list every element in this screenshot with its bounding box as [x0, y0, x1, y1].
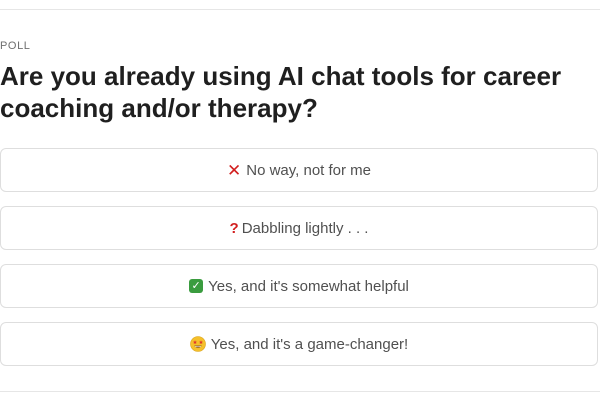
check-mark-icon: ✓: [189, 279, 204, 293]
poll-option-somewhat-helpful[interactable]: ✓ Yes, and it's somewhat helpful: [0, 264, 598, 308]
question-mark-icon: ?: [229, 219, 239, 237]
poll-question: Are you already using AI chat tools for …: [0, 61, 562, 123]
poll-option-label: No way, not for me: [246, 161, 372, 179]
poll-option-dabbling[interactable]: ? Dabbling lightly . . .: [0, 206, 598, 250]
poll-option-game-changer[interactable]: Yes, and it's a game-changer!: [0, 322, 598, 366]
bottom-divider: [0, 391, 600, 392]
star-struck-face-icon: [189, 336, 206, 352]
poll-options: ✕ No way, not for me ? Dabbling lightly …: [0, 148, 598, 380]
poll-option-no-way[interactable]: ✕ No way, not for me: [0, 148, 598, 192]
poll-option-label: Yes, and it's a game-changer!: [210, 335, 409, 353]
top-divider: [0, 9, 600, 10]
star-struck-face-svg: [189, 336, 206, 352]
poll-option-label: Dabbling lightly . . .: [241, 219, 369, 237]
poll-option-label: Yes, and it's somewhat helpful: [208, 277, 409, 295]
cross-mark-icon: ✕: [226, 160, 242, 180]
poll-label: POLL: [0, 40, 31, 52]
